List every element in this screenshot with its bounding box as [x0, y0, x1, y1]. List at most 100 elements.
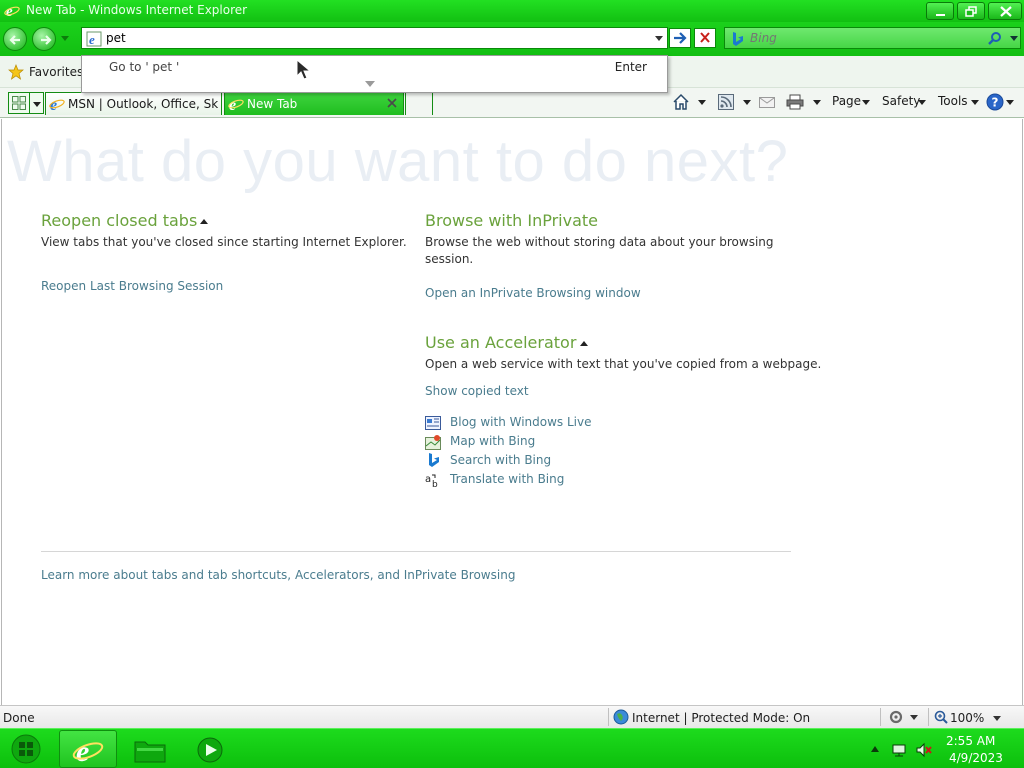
- forward-arrow-icon: [41, 35, 52, 45]
- translate-icon: ab: [425, 474, 438, 488]
- tools-menu-label: Tools: [938, 94, 968, 108]
- svg-text:?: ?: [992, 96, 999, 110]
- ie-logo-icon: e: [4, 4, 20, 19]
- back-arrow-icon: [9, 35, 20, 45]
- stop-x-icon: [700, 32, 710, 43]
- show-hidden-icons-caret-icon[interactable]: [871, 746, 879, 752]
- forward-button[interactable]: [32, 27, 56, 51]
- tab-list-button[interactable]: [30, 92, 44, 114]
- print-button[interactable]: [786, 91, 822, 113]
- accelerator-map-link[interactable]: Map with Bing: [450, 434, 535, 448]
- page-menu-button[interactable]: Page: [832, 91, 872, 113]
- navigation-bar: e: [0, 22, 1024, 56]
- new-tab-button[interactable]: [405, 92, 433, 115]
- taskbar-internet-explorer[interactable]: e: [59, 730, 117, 768]
- ie-page-icon: e: [49, 97, 65, 112]
- accelerator-heading[interactable]: Use an Accelerator: [425, 333, 576, 352]
- zoom-level: 100%: [950, 711, 985, 725]
- address-history-chevron-icon[interactable]: [655, 36, 663, 41]
- collapse-caret-icon[interactable]: [200, 218, 208, 224]
- chevron-down-icon: [33, 102, 41, 107]
- chevron-down-icon: [918, 100, 926, 105]
- close-window-button[interactable]: [988, 2, 1022, 20]
- search-icon[interactable]: [987, 31, 1003, 47]
- chevron-down-icon: [862, 100, 870, 105]
- bing-logo-icon: [429, 453, 439, 467]
- printer-icon: [786, 94, 804, 110]
- clock-date[interactable]: 4/9/2023: [949, 751, 1003, 765]
- chevron-down-icon: [1006, 100, 1014, 105]
- accelerator-blog-link[interactable]: Blog with Windows Live: [450, 415, 592, 429]
- star-icon: [8, 64, 24, 80]
- accelerator-translate-link[interactable]: Translate with Bing: [450, 472, 564, 486]
- collapse-caret-icon[interactable]: [580, 340, 588, 346]
- feeds-button[interactable]: [716, 91, 752, 113]
- tab-msn[interactable]: e MSN | Outlook, Office, Sky...: [45, 92, 222, 115]
- address-autocomplete-dropdown[interactable]: Go to ' pet ' Enter: [81, 55, 668, 93]
- search-box[interactable]: [724, 27, 1021, 49]
- back-button[interactable]: [3, 27, 27, 51]
- tab-label: New Tab: [247, 97, 298, 111]
- start-button[interactable]: [8, 733, 44, 765]
- reopen-closed-tabs-description: View tabs that you've closed since start…: [41, 235, 407, 249]
- protected-mode-button[interactable]: [886, 709, 922, 727]
- inprivate-heading: Browse with InPrivate: [425, 211, 599, 230]
- status-separator: [608, 708, 609, 726]
- address-bar[interactable]: e: [81, 27, 668, 49]
- reopen-closed-tabs-heading[interactable]: Reopen closed tabs: [41, 211, 197, 230]
- expand-suggestions-chevron-icon[interactable]: [365, 81, 375, 87]
- content-divider: [41, 551, 791, 552]
- taskbar-media-player[interactable]: [181, 730, 239, 768]
- quick-tabs-button[interactable]: [8, 92, 30, 114]
- svg-text:e: e: [89, 32, 95, 47]
- search-input[interactable]: [750, 30, 970, 46]
- go-button[interactable]: [669, 28, 691, 48]
- show-copied-text-link[interactable]: Show copied text: [425, 384, 529, 398]
- settings-gear-icon: [889, 710, 903, 724]
- status-bar: Done Internet | Protected Mode: On 100%: [0, 705, 1024, 728]
- tools-menu-button[interactable]: Tools: [938, 91, 982, 113]
- minimize-button[interactable]: [926, 2, 954, 20]
- zoom-icon: [934, 710, 948, 724]
- learn-more-link[interactable]: Learn more about tabs and tab shortcuts,…: [41, 568, 515, 582]
- search-options-chevron-icon[interactable]: [1010, 36, 1018, 41]
- close-tab-icon[interactable]: [387, 98, 397, 108]
- page-ie-icon: e: [86, 31, 102, 47]
- safety-menu-label: Safety: [882, 94, 921, 108]
- chevron-down-icon: [743, 100, 751, 105]
- new-tab-page: What do you want to do next? Reopen clos…: [1, 119, 1023, 705]
- accelerator-description: Open a web service with text that you've…: [425, 357, 822, 371]
- go-arrow-icon: [674, 32, 687, 44]
- svg-text:b: b: [432, 480, 438, 488]
- safety-menu-button[interactable]: Safety: [882, 91, 928, 113]
- chevron-down-icon: [813, 100, 821, 105]
- clock-time[interactable]: 2:55 AM: [946, 734, 995, 748]
- accelerator-search-link[interactable]: Search with Bing: [450, 453, 551, 467]
- taskbar-file-explorer[interactable]: [121, 730, 179, 768]
- mouse-cursor-icon: [296, 59, 312, 80]
- window-title: New Tab - Windows Internet Explorer: [26, 3, 248, 17]
- home-button[interactable]: [672, 91, 708, 113]
- recent-pages-chevron-icon[interactable]: [61, 36, 69, 42]
- svg-text:a: a: [425, 474, 431, 485]
- map-icon: [425, 435, 441, 450]
- volume-muted-icon[interactable]: [915, 742, 933, 758]
- chevron-down-icon[interactable]: [993, 716, 1001, 721]
- tab-new-tab[interactable]: e New Tab: [224, 92, 404, 115]
- help-icon: ?: [986, 93, 1004, 111]
- page-menu-label: Page: [832, 94, 862, 108]
- ie-page-icon: e: [228, 97, 244, 112]
- reopen-last-session-link[interactable]: Reopen Last Browsing Session: [41, 279, 223, 293]
- help-button[interactable]: ?: [986, 91, 1018, 113]
- stop-button[interactable]: [694, 28, 716, 48]
- address-input[interactable]: [106, 30, 646, 46]
- restore-button[interactable]: [957, 2, 985, 20]
- title-bar: e New Tab - Windows Internet Explorer: [0, 0, 1024, 22]
- folder-icon: [134, 741, 166, 763]
- read-mail-button[interactable]: [758, 91, 778, 113]
- chevron-down-icon: [971, 100, 979, 105]
- network-icon[interactable]: [891, 742, 907, 758]
- open-inprivate-link[interactable]: Open an InPrivate Browsing window: [425, 286, 641, 300]
- security-zone[interactable]: Internet | Protected Mode: On: [613, 709, 810, 728]
- go-to-suggestion[interactable]: Go to ' pet ': [109, 60, 179, 74]
